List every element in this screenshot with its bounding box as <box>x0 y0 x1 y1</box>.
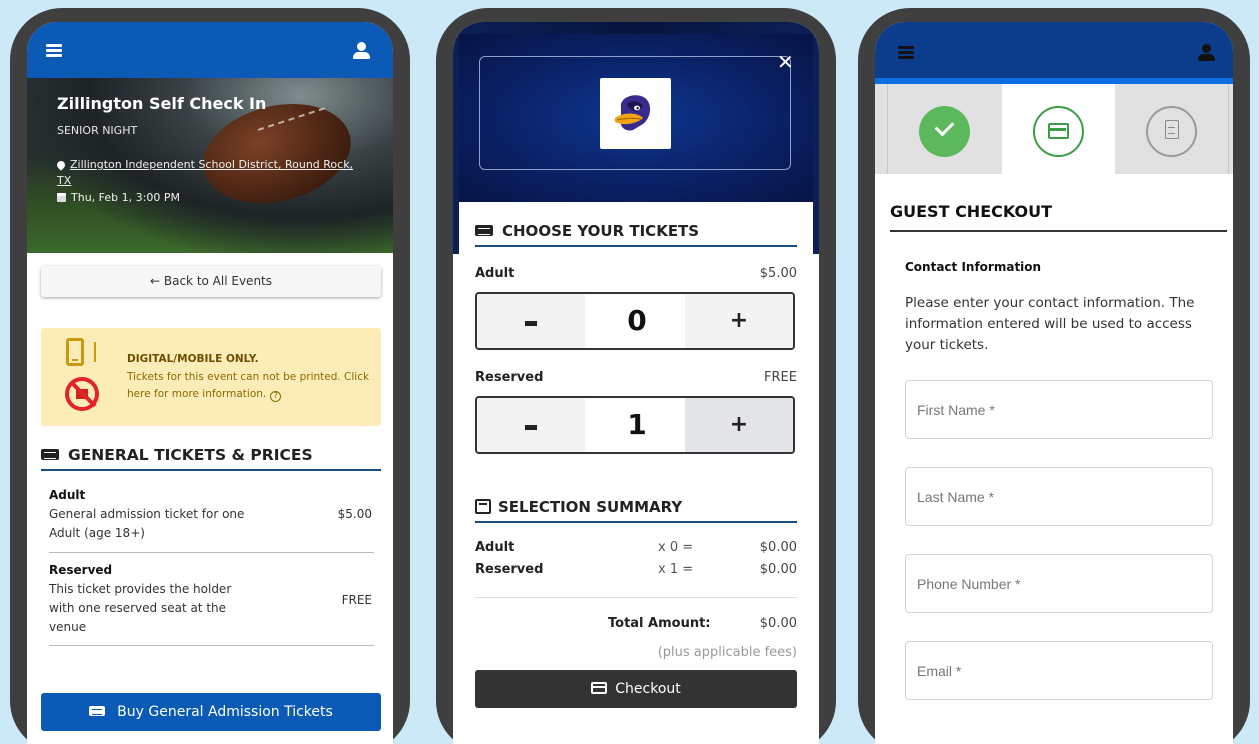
credit-card-icon <box>591 682 608 694</box>
digital-only-notice[interactable]: DIGITAL/MOBILE ONLY. Tickets for this ev… <box>41 328 381 426</box>
ticket-price-adult: $5.00 <box>759 266 797 281</box>
phone-choose-tickets: ✕ CHOOSE YOUR TICKETS Adult $5.00 - 0 + … <box>436 8 836 744</box>
fees-note: (plus applicable fees) <box>657 645 797 660</box>
top-bar <box>27 22 393 78</box>
notice-body: Tickets for this event can not be printe… <box>127 371 370 402</box>
map-pin-icon <box>55 159 67 171</box>
guest-checkout-screen: GUEST CHECKOUT Contact Information Pleas… <box>875 22 1233 744</box>
guest-checkout-title: GUEST CHECKOUT <box>890 202 1053 221</box>
choose-tickets-title: CHOOSE YOUR TICKETS <box>475 222 699 240</box>
reserved-decrement-button[interactable]: - <box>477 398 585 452</box>
menu-icon[interactable] <box>898 46 914 59</box>
ticket-icon <box>89 706 106 716</box>
ticket-desc-adult: General admission ticket for one Adult (… <box>49 507 245 540</box>
ticket-icon <box>475 225 493 236</box>
adult-increment-button[interactable]: + <box>685 294 793 348</box>
event-location[interactable]: Zillington Independent School District, … <box>55 157 357 189</box>
ticket-desc-reserved: This ticket provides the holder with one… <box>49 582 232 634</box>
event-date: Thu, Feb 1, 3:00 PM <box>57 191 180 204</box>
contact-info-text: Please enter your contact information. T… <box>905 295 1195 353</box>
reserved-increment-button[interactable]: + <box>685 398 793 452</box>
event-details-screen: Zillington Self Check In SENIOR NIGHT Zi… <box>27 22 393 744</box>
mobile-phone-icon <box>66 338 84 366</box>
first-name-input[interactable] <box>905 380 1213 439</box>
calendar-icon <box>57 193 66 202</box>
selection-summary-title: SELECTION SUMMARY <box>475 498 682 516</box>
notice-heading: DIGITAL/MOBILE ONLY. <box>127 353 259 365</box>
ticket-name-reserved: Reserved <box>49 563 113 577</box>
adult-quantity-value: 0 <box>627 304 647 337</box>
duck-mascot-icon <box>615 95 651 131</box>
menu-icon[interactable] <box>46 44 62 57</box>
event-title: Zillington Self Check In <box>57 94 267 113</box>
total-amount: $0.00 <box>759 616 797 631</box>
phone-event-details: Zillington Self Check In SENIOR NIGHT Zi… <box>10 8 410 744</box>
user-icon[interactable] <box>1198 44 1215 61</box>
total-label: Total Amount: <box>608 616 711 631</box>
last-name-input[interactable] <box>905 467 1213 526</box>
phone-number-input[interactable] <box>905 554 1213 613</box>
checkout-button[interactable]: Checkout <box>475 670 797 708</box>
step-review-document-icon[interactable] <box>1146 106 1197 157</box>
no-print-icon <box>65 377 99 411</box>
top-bar <box>875 22 1233 84</box>
modal-header: ✕ <box>459 34 813 202</box>
ticket-name-adult: Adult <box>49 488 86 502</box>
buy-tickets-button[interactable]: Buy General Admission Tickets <box>41 693 381 731</box>
back-to-events-button[interactable]: ← Back to All Events <box>41 266 381 297</box>
phone-guest-checkout: GUEST CHECKOUT Contact Information Pleas… <box>858 8 1250 744</box>
event-subtitle: SENIOR NIGHT <box>57 124 138 137</box>
user-icon[interactable] <box>353 42 370 59</box>
choose-tickets-screen: ✕ CHOOSE YOUR TICKETS Adult $5.00 - 0 + … <box>453 22 819 744</box>
event-location-link[interactable]: Zillington Independent School District, … <box>57 158 353 187</box>
adult-decrement-button[interactable]: - <box>477 294 585 348</box>
help-icon[interactable]: ? <box>270 391 282 402</box>
list-icon <box>475 499 491 514</box>
ticket-price-reserved: FREE <box>764 370 797 385</box>
ticket-price-reserved: FREE <box>341 593 372 607</box>
ticket-icon <box>41 449 59 460</box>
team-logo <box>600 78 671 149</box>
arrow-left-icon: ← <box>149 274 161 288</box>
ticket-name-adult: Adult <box>475 266 515 281</box>
ticket-price-adult: $5.00 <box>337 507 372 521</box>
contact-info-title: Contact Information <box>905 260 1042 274</box>
close-icon[interactable]: ✕ <box>777 52 794 72</box>
general-tickets-title: GENERAL TICKETS & PRICES <box>41 446 313 464</box>
adult-quantity-stepper: - 0 + <box>475 292 795 350</box>
step-payment-card-icon[interactable] <box>1033 106 1084 157</box>
ticket-modal: ✕ CHOOSE YOUR TICKETS Adult $5.00 - 0 + … <box>459 34 813 744</box>
ticket-name-reserved: Reserved <box>475 370 544 385</box>
step-complete-check-icon[interactable] <box>919 106 970 157</box>
reserved-quantity-stepper: - 1 + <box>475 396 795 454</box>
reserved-quantity-value: 1 <box>627 408 647 441</box>
email-input[interactable] <box>905 641 1213 700</box>
